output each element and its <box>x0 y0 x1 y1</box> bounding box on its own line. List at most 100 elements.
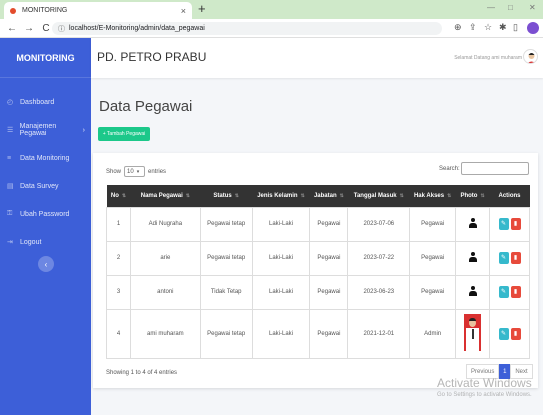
sidebar-item-data-monitoring[interactable]: ≡ Data Monitoring <box>0 148 91 168</box>
col-header-tanggal-masuk[interactable]: Tanggal Masuk ⇅ <box>347 185 410 207</box>
add-pegawai-button[interactable]: + Tambah Pegawai <box>98 127 150 141</box>
cell-actions: ✎ ▮ <box>489 206 530 242</box>
col-header-status[interactable]: Status ⇅ <box>200 185 253 207</box>
edit-button[interactable]: ✎ <box>498 327 509 340</box>
user-silhouette-icon <box>468 286 477 296</box>
dashboard-icon: ◴ <box>7 99 14 106</box>
edit-button[interactable]: ✎ <box>498 218 509 230</box>
url-input[interactable]: ⓘ localhost/E-Monitoring/admin/data_pega… <box>52 22 442 35</box>
site-info-icon[interactable]: ⓘ <box>58 24 65 34</box>
sidepanel-icon[interactable]: ▯ <box>513 22 518 33</box>
col-header-hak-akses[interactable]: Hak Akses ⇅ <box>409 185 456 207</box>
sidebar-item-logout[interactable]: ⇥ Logout <box>0 232 91 252</box>
edit-button[interactable]: ✎ <box>498 252 509 264</box>
zoom-icon[interactable]: ⊕ <box>454 22 462 33</box>
sidebar-item-label: Data Survey <box>20 182 59 190</box>
table-row: 1 Adi Nugraha Pegawai tetap Laki-Laki Pe… <box>106 206 530 242</box>
cell-hak-akses: Pegawai <box>409 274 457 310</box>
extensions-icon[interactable]: ✱ <box>499 22 507 33</box>
sidebar-item-label: Ubah Password <box>20 210 70 218</box>
cell-status: Pegawai tetap <box>199 240 253 276</box>
delete-button[interactable]: ▮ <box>510 252 521 264</box>
sort-icon: ⇅ <box>480 192 485 199</box>
sidebar-item-manajemen-pegawai[interactable]: ☰ Manajemen Pegawai › <box>0 120 91 140</box>
sidebar-item-ubah-password[interactable]: ⚿ Ubah Password <box>0 204 91 224</box>
sidebar-item-data-survey[interactable]: ▤ Data Survey <box>0 176 91 196</box>
length-control: Show 10 ▾ entries <box>106 166 166 177</box>
page-title: Data Pegawai <box>99 98 193 115</box>
cell-photo <box>455 240 491 276</box>
pegawai-table: No ⇅ Nama Pegawai ⇅ Status ⇅ Jenis Kelamin ⇅… <box>106 185 530 359</box>
cell-status: Tidak Tetap <box>199 274 253 310</box>
cell-no: 2 <box>106 240 131 276</box>
sidebar-item-label: Data Monitoring <box>20 154 70 162</box>
user-avatar[interactable] <box>523 49 538 64</box>
table-header-row: No ⇅ Nama Pegawai ⇅ Status ⇅ Jenis Kelamin ⇅… <box>106 185 530 207</box>
cell-photo <box>455 308 491 359</box>
clipboard-icon: ▤ <box>7 183 14 190</box>
profile-avatar[interactable] <box>527 22 539 34</box>
cell-nama: Adi Nugraha <box>129 206 201 242</box>
lock-icon: ⚿ <box>7 210 13 217</box>
user-silhouette-icon <box>468 218 477 228</box>
cell-actions: ✎ ▮ <box>489 308 530 359</box>
new-tab-button[interactable]: + <box>198 1 206 16</box>
maximize-icon[interactable]: □ <box>508 3 513 12</box>
entries-label: entries <box>148 168 167 175</box>
window-close-icon[interactable]: ✕ <box>529 3 536 12</box>
company-name: PD. PETRO PRABU <box>97 50 207 64</box>
cell-hak-akses: Pegawai <box>409 240 457 276</box>
address-bar: ← → C ⓘ localhost/E-Monitoring/admin/dat… <box>0 19 543 38</box>
delete-button[interactable]: ▮ <box>510 327 521 340</box>
cell-jenis-kelamin: Laki-Laki <box>251 240 311 276</box>
sort-icon: ⇅ <box>339 192 344 199</box>
users-icon: ☰ <box>7 127 14 134</box>
cell-no: 3 <box>106 274 131 310</box>
share-icon[interactable]: ⇪ <box>469 22 477 33</box>
cell-actions: ✎ ▮ <box>489 274 530 310</box>
activate-windows-title: Activate Windows <box>437 376 532 390</box>
entries-value: 10 <box>127 168 134 175</box>
col-header-nama[interactable]: Nama Pegawai ⇅ <box>130 185 201 207</box>
sidebar-toggle-button[interactable]: ‹ <box>38 256 54 272</box>
edit-button[interactable]: ✎ <box>498 286 509 298</box>
col-header-photo[interactable]: Photo ⇅ <box>455 185 490 207</box>
sidebar-item-label: Logout <box>20 238 42 246</box>
user-silhouette-icon <box>468 252 477 262</box>
reload-icon[interactable]: C <box>41 23 51 34</box>
chevron-down-icon: ▾ <box>136 168 140 175</box>
minimize-icon[interactable]: — <box>487 3 495 12</box>
sidebar-brand[interactable]: MONITORING <box>0 38 91 78</box>
table-info: Showing 1 to 4 of 4 entries <box>106 370 178 376</box>
delete-button[interactable]: ▮ <box>510 218 521 230</box>
cell-hak-akses: Admin <box>409 308 457 359</box>
cell-jenis-kelamin: Laki-Laki <box>251 274 311 310</box>
search-input[interactable] <box>461 162 529 175</box>
back-icon[interactable]: ← <box>7 23 17 34</box>
sort-icon: ⇅ <box>234 192 239 199</box>
sidebar: MONITORING ◴ Dashboard ☰ Manajemen Pegaw… <box>0 38 91 415</box>
sidebar-item-dashboard[interactable]: ◴ Dashboard <box>0 92 91 112</box>
tab-close-icon[interactable]: × <box>181 6 186 16</box>
chevron-right-icon: › <box>82 126 85 134</box>
search-label: Search: <box>439 166 460 172</box>
cell-jenis-kelamin: Laki-Laki <box>251 308 311 359</box>
col-header-actions[interactable]: Actions <box>489 185 530 207</box>
col-header-no[interactable]: No ⇅ <box>106 185 131 207</box>
cell-no: 4 <box>106 308 131 359</box>
col-header-jenis-kelamin[interactable]: Jenis Kelamin ⇅ <box>252 185 310 207</box>
col-header-jabatan[interactable]: Jabatan ⇅ <box>309 185 348 207</box>
cell-hak-akses: Pegawai <box>409 206 457 242</box>
forward-icon[interactable]: → <box>24 23 34 34</box>
bookmark-star-icon[interactable]: ☆ <box>484 22 492 33</box>
sort-icon: ⇅ <box>447 192 452 199</box>
cell-jabatan: Pegawai <box>309 240 349 276</box>
sidebar-item-label: Manajemen Pegawai <box>19 123 57 137</box>
entries-select[interactable]: 10 ▾ <box>124 166 146 177</box>
logout-icon: ⇥ <box>7 239 13 246</box>
table-row: 2 arie Pegawai tetap Laki-Laki Pegawai 2… <box>106 240 530 276</box>
welcome-text[interactable]: Selamat Datang ami muharam <box>454 55 522 61</box>
browser-tab[interactable]: MONITORING × <box>4 2 192 19</box>
delete-button[interactable]: ▮ <box>510 286 521 298</box>
topbar: PD. PETRO PRABU Selamat Datang ami muhar… <box>91 38 543 78</box>
